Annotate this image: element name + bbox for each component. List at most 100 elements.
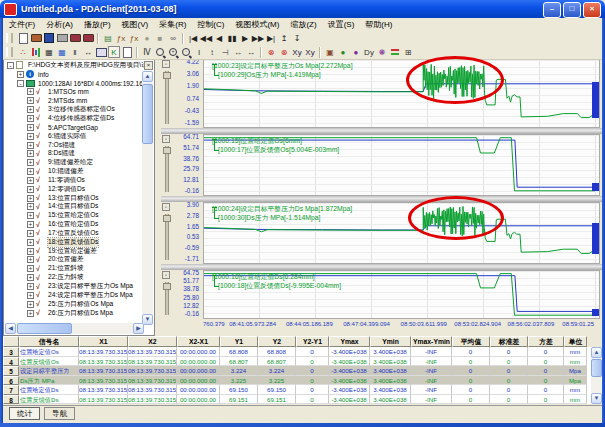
menu-item-3[interactable]: 视图(V): [122, 19, 149, 30]
tree-expander[interactable]: +: [27, 239, 34, 246]
column-header-0[interactable]: 信号名: [19, 336, 79, 347]
tree-item-signal-22[interactable]: +√22:压力斜坡: [5, 273, 144, 282]
tab-statistics[interactable]: 统计: [9, 407, 40, 420]
table-row-4[interactable]: 4位置反馈值Os08:13:39.730.31508:13:39.730.315…: [3, 357, 602, 367]
pane-button[interactable]: ▫: [162, 271, 170, 279]
grid-icon[interactable]: ▦: [43, 46, 55, 58]
tree-expander[interactable]: +: [27, 256, 34, 263]
play-icon[interactable]: ▶: [239, 32, 251, 44]
tree-expander[interactable]: +: [27, 88, 34, 95]
record-icon[interactable]: ●: [141, 32, 153, 44]
tree-item-signal-10[interactable]: +√10:辊缝偏差: [5, 167, 144, 176]
pause-icon[interactable]: ▮▮: [226, 32, 238, 44]
green-ball-icon[interactable]: ●: [337, 46, 349, 58]
forward-icon[interactable]: ▶▶: [252, 32, 264, 44]
table-row-6[interactable]: 6Ds压力 MPa08:13:39.730.31508:13:39.730.31…: [3, 376, 602, 386]
tree-close-icon[interactable]: ×: [144, 61, 153, 70]
vfit-icon[interactable]: ↕: [206, 46, 218, 58]
binocular-icon[interactable]: ∞: [167, 32, 179, 44]
plot-area-4[interactable]: [1000:16]位置给定值Ds[6.284mm][1000:18]位置反馈值D…: [203, 270, 600, 319]
pane-zoom-handle[interactable]: [163, 215, 171, 222]
tree-item-signal-3[interactable]: +√3:位移传感器标定值Os: [5, 105, 144, 114]
tree-expander[interactable]: +: [27, 203, 34, 210]
pane-zoom-handle[interactable]: [163, 283, 171, 290]
tree-hscrollbar[interactable]: ◀▶: [5, 323, 144, 334]
column-header-10[interactable]: 平均值: [452, 336, 490, 347]
table-row-3[interactable]: 3位置给定值Os08:13:39.730.31508:13:39.730.315…: [3, 347, 602, 357]
export-icon[interactable]: [82, 32, 94, 44]
column-header-4[interactable]: Y1: [220, 336, 258, 347]
dv-icon[interactable]: Ⅳ: [141, 46, 153, 58]
tree-item-signal-2[interactable]: +√2:MTSds mm: [5, 96, 144, 105]
calc-icon[interactable]: ▦: [56, 46, 68, 58]
zoom-in-icon[interactable]: +: [167, 46, 179, 58]
minimize-button[interactable]: –: [543, 2, 561, 18]
box-icon[interactable]: ▣: [324, 46, 336, 58]
tree-expander[interactable]: +: [27, 159, 34, 166]
tree-expander[interactable]: +: [27, 168, 34, 175]
doc-icon[interactable]: [121, 46, 133, 58]
speed-down-icon[interactable]: ↧: [291, 32, 303, 44]
tab-navigation[interactable]: 导航: [44, 407, 75, 420]
column-header-5[interactable]: Y2: [258, 336, 296, 347]
tree-item-signal-8[interactable]: +√8:Ds辊缝: [5, 149, 144, 158]
table-vscrollbar[interactable]: ▲▼: [591, 347, 602, 404]
maximize-button[interactable]: □: [563, 2, 581, 18]
table-scroll-thumb[interactable]: [591, 359, 602, 377]
column-header-13[interactable]: 单位: [564, 336, 587, 347]
column-header-1[interactable]: X1: [79, 336, 128, 347]
goto-end-icon[interactable]: ▶|: [265, 32, 277, 44]
eq-icon[interactable]: [389, 46, 401, 58]
tree-expander[interactable]: +: [27, 212, 34, 219]
table-row-5[interactable]: 5设定目标平整压力08:13:39.730.31508:13:39.730.31…: [3, 366, 602, 376]
tree-item-signal-1[interactable]: +√1:MTSOs mm: [5, 88, 144, 97]
tree-item-info[interactable]: +iinfo: [5, 70, 144, 79]
menu-item-6[interactable]: 视图模式(M): [235, 19, 279, 30]
column-header-6[interactable]: Y2-Y1: [296, 336, 329, 347]
tree-item-signal-16[interactable]: +√16:位置给定值Ds: [5, 220, 144, 229]
tree-item-signal-7[interactable]: +√7:Os辊缝: [5, 141, 144, 150]
close-button[interactable]: ×: [583, 2, 601, 18]
zoom-out-icon[interactable]: -: [180, 46, 192, 58]
menu-item-0[interactable]: 文件(F): [9, 19, 35, 30]
pane-button[interactable]: ▫: [162, 135, 170, 143]
paw-icon[interactable]: ❋: [376, 46, 388, 58]
column-header-7[interactable]: Ymax: [329, 336, 370, 347]
tree-expander[interactable]: +: [27, 124, 34, 131]
speed-up-icon[interactable]: ↥: [278, 32, 290, 44]
import-icon[interactable]: [69, 32, 81, 44]
tree-expander[interactable]: +: [27, 142, 34, 149]
xy1-icon[interactable]: Xy: [291, 46, 303, 58]
pane-button[interactable]: ▫: [162, 60, 170, 68]
tree-item-signal-12[interactable]: +√12:零调值Ds: [5, 185, 144, 194]
plot-area-1[interactable]: [1000:23]设定目标平整压力Os Mpa[2.272Mpa][1000:2…: [203, 59, 600, 128]
tree-item-signal-24[interactable]: +√24:设定目标平整压力Ds Mpa: [5, 291, 144, 300]
barchart-icon[interactable]: [30, 46, 42, 58]
plot-area-2[interactable]: [1000:15]位置给定值Os[6mm][1000:17]位置反馈值Os[5.…: [203, 134, 600, 196]
tree-expander[interactable]: +: [27, 283, 34, 290]
tree-item-signal-26[interactable]: +√26:压力目标值Ds Mpa: [5, 309, 144, 318]
tree-item-signal-19[interactable]: +√19:位置给定偏差: [5, 247, 144, 256]
menu-item-1[interactable]: 分析(A): [46, 19, 73, 30]
column-header-8[interactable]: Ymin: [370, 336, 411, 347]
column-header-9[interactable]: Ymax-Ymin: [411, 336, 452, 347]
column-header-11[interactable]: 标准差: [490, 336, 528, 347]
menu-item-7[interactable]: 缩放(Z): [290, 19, 316, 30]
tree-expander[interactable]: +: [27, 195, 34, 202]
tree-item-signal-5[interactable]: +√5:APCTargetGap: [5, 123, 144, 132]
pane-button[interactable]: ▫: [162, 203, 170, 211]
tree-expander[interactable]: +: [27, 265, 34, 272]
menu-item-2[interactable]: 播放(P): [84, 19, 111, 30]
pause2-icon[interactable]: ‖: [69, 46, 81, 58]
tree-hscroll-thumb[interactable]: [17, 323, 72, 334]
tree-item-signal-20[interactable]: +√20:位置偏差: [5, 256, 144, 265]
tree-item-signal-25[interactable]: +√25:压力目标值Os Mpa: [5, 300, 144, 309]
save-icon[interactable]: [43, 32, 55, 44]
pane-zoom-handle[interactable]: [163, 72, 171, 79]
tree-expander[interactable]: +: [27, 150, 34, 157]
tree-vscroll-thumb[interactable]: [142, 84, 153, 144]
tree-expander[interactable]: +: [27, 133, 34, 140]
goto-start-icon[interactable]: |◀: [187, 32, 199, 44]
tree-expander[interactable]: +: [27, 106, 34, 113]
tree-item-signal-15[interactable]: +√15:位置给定值Os: [5, 211, 144, 220]
